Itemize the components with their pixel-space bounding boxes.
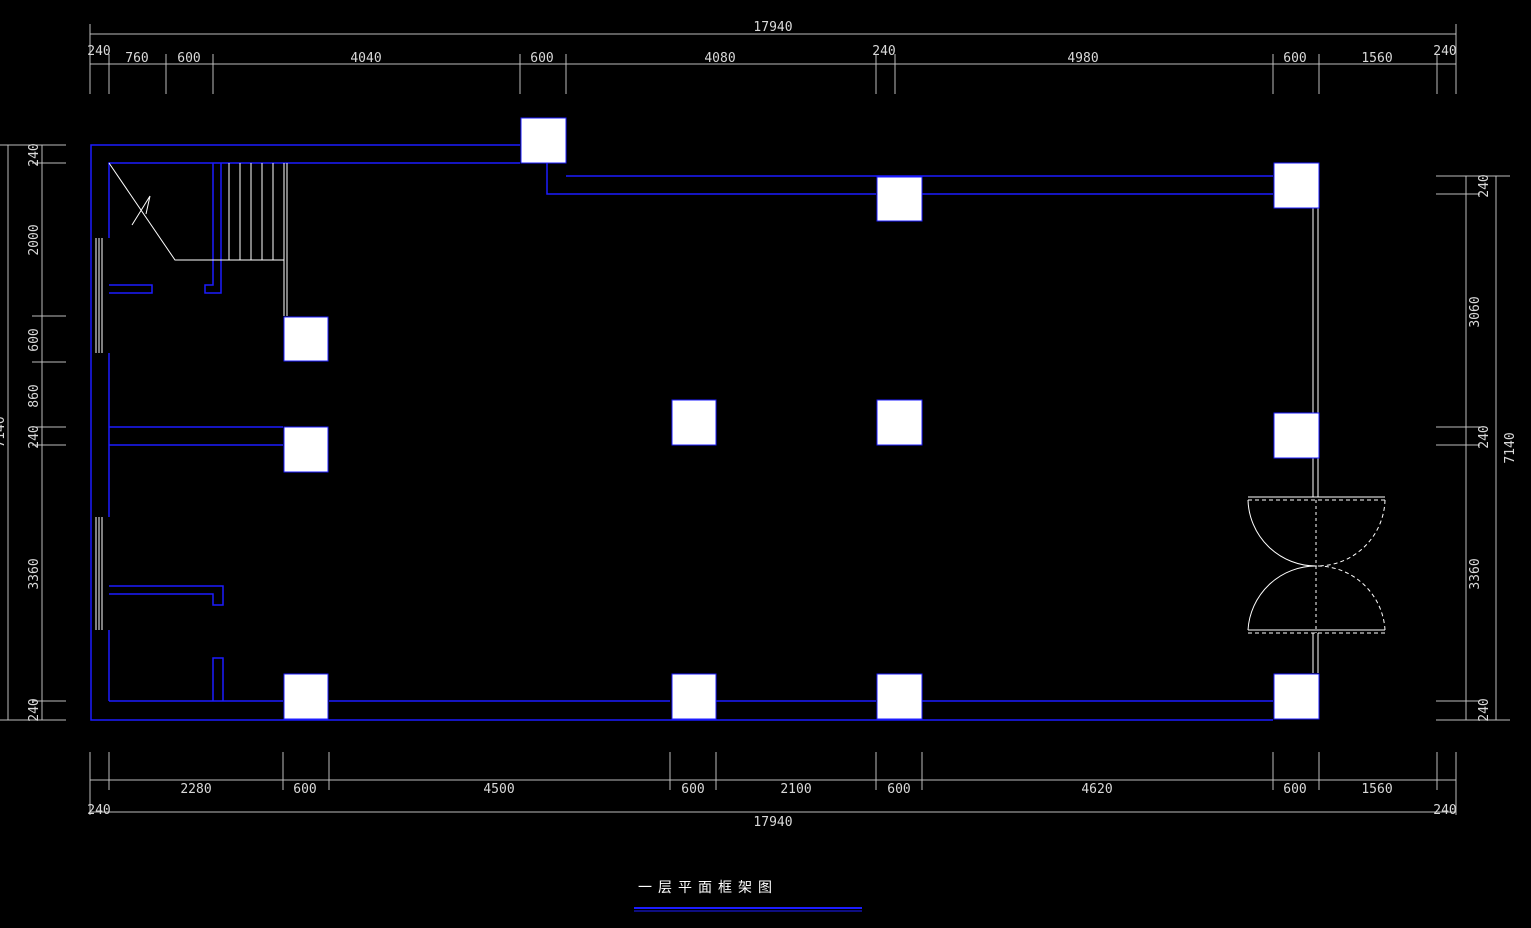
drawing-title-block: 一层平面框架图: [634, 880, 862, 912]
dim-top-240-mid: 240: [872, 44, 895, 59]
column: [1273, 673, 1320, 720]
dim-top-600-a: 600: [177, 51, 200, 66]
dim-bot-600-c: 600: [887, 782, 910, 797]
dim-bot-600-a: 600: [293, 782, 316, 797]
dim-left-2000: 2000: [27, 224, 42, 255]
dim-left-600: 600: [27, 328, 42, 351]
dim-left-240-top: 240: [27, 143, 42, 166]
dim-top-600-c: 600: [1283, 51, 1306, 66]
dim-top-600-b: 600: [530, 51, 553, 66]
dim-top-240-right: 240: [1433, 44, 1456, 59]
dim-left-240-bot: 240: [27, 698, 42, 721]
dim-left-240-mid: 240: [27, 425, 42, 448]
dim-right-240-top: 240: [1477, 174, 1492, 197]
column: [283, 316, 329, 362]
dim-top-240-left: 240: [87, 44, 110, 59]
dim-bot-2100: 2100: [780, 782, 811, 797]
drawing-title: 一层平面框架图: [638, 880, 778, 896]
column: [876, 176, 923, 222]
dim-top-total: 17940: [753, 20, 792, 35]
column: [671, 399, 717, 446]
dim-right-3360: 3360: [1468, 558, 1483, 589]
dim-bot-240-left: 240: [87, 803, 110, 818]
dim-bot-4620: 4620: [1081, 782, 1112, 797]
column: [1273, 412, 1320, 459]
dim-bot-600-d: 600: [1283, 782, 1306, 797]
dim-top-4040: 4040: [350, 51, 381, 66]
column: [876, 673, 923, 720]
columns: [283, 117, 1320, 720]
dim-bot-total: 17940: [753, 815, 792, 830]
dim-bot-240-right: 240: [1433, 803, 1456, 818]
dim-bot-2280: 2280: [180, 782, 211, 797]
dim-bot-1560: 1560: [1361, 782, 1392, 797]
dim-left-3360: 3360: [27, 558, 42, 589]
dim-top-4080: 4080: [704, 51, 735, 66]
column: [283, 673, 329, 720]
floor-plan-drawing: 17940 240 760 600 4040 600 4080 240 4980…: [0, 20, 1518, 912]
windows-and-stairs: [95, 162, 1386, 673]
dim-left-total: 7140: [0, 416, 8, 447]
dim-top-760: 760: [125, 51, 148, 66]
dim-left-860: 860: [27, 384, 42, 407]
dim-right-total: 7140: [1503, 432, 1518, 463]
column: [520, 117, 567, 164]
column: [876, 399, 923, 446]
dim-top-4980: 4980: [1067, 51, 1098, 66]
column: [283, 426, 329, 473]
column: [1273, 162, 1320, 209]
dim-bot-600-b: 600: [681, 782, 704, 797]
column: [671, 673, 717, 720]
dim-top-1560: 1560: [1361, 51, 1392, 66]
dim-bot-4500: 4500: [483, 782, 514, 797]
dim-right-240-mid: 240: [1477, 425, 1492, 448]
dim-right-3060: 3060: [1468, 296, 1483, 327]
dim-right-240-bot: 240: [1477, 698, 1492, 721]
